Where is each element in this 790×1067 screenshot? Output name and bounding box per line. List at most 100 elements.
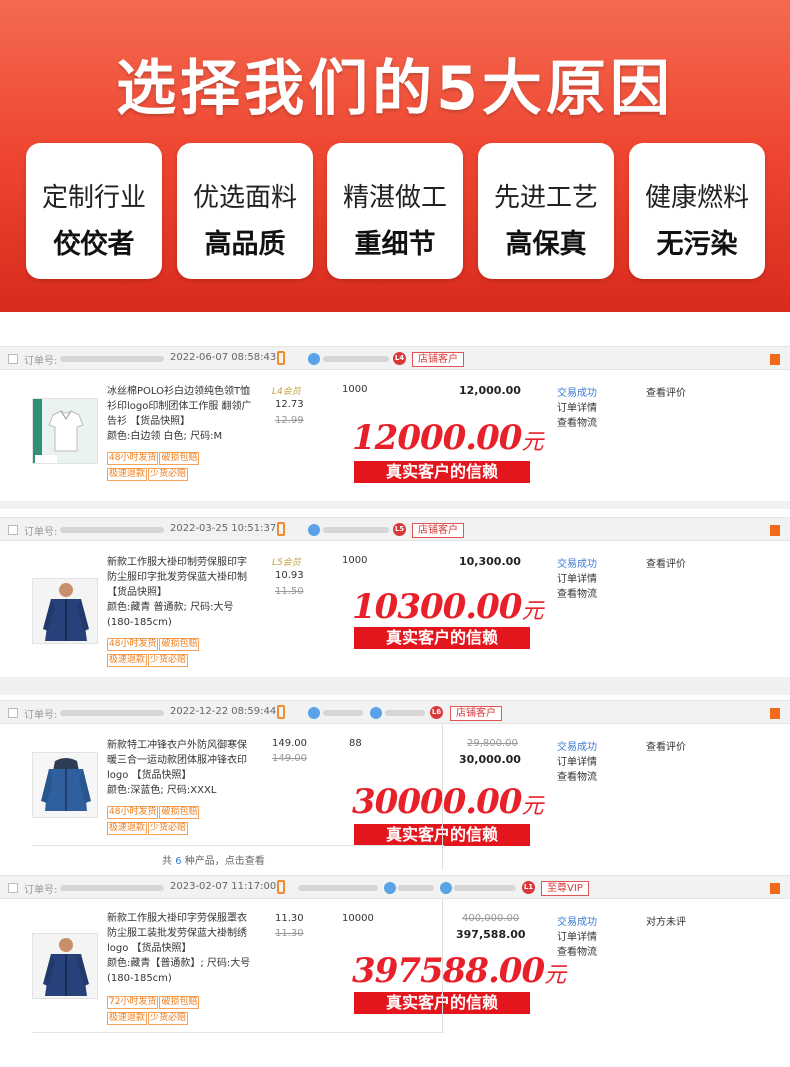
product-thumbnail[interactable] (32, 398, 98, 464)
feature-label: 先进工艺 (493, 183, 598, 213)
product-title[interactable]: 新款工作服大褂印制劳保服印字防尘服印字批发劳保蓝大褂印制 【货品快照】 (107, 555, 253, 600)
page: 选择我们的5大原因 定制行业 佼佼者 优选面料 高品质 精湛做工 重细节 先进工… (0, 0, 790, 1067)
order-detail-link[interactable]: 订单详情 (557, 570, 597, 585)
order-number-blurred (60, 356, 164, 362)
user-avatar-icon (384, 882, 396, 894)
user-avatar-icon (308, 353, 320, 365)
column-divider (442, 724, 443, 870)
order-total: 30,000.00 (459, 753, 521, 766)
banner-title: 选择我们的5大原因 (116, 54, 674, 124)
product-count-link[interactable]: 共 6 种产品，点击查看 (162, 852, 265, 867)
order-number-blurred (60, 527, 164, 533)
order-detail-link[interactable]: 订单详情 (557, 399, 597, 414)
unit-price: 11.30 (275, 913, 304, 924)
service-tag: 少货必赔 (148, 654, 189, 667)
highlight-amount: 12000.00元 (352, 418, 543, 458)
product-title[interactable]: 新款特工冲锋衣户外防风御寒保暖三合一运动款团体服冲锋衣印logo 【货品快照】 (107, 738, 253, 783)
work-coat-image (33, 579, 97, 643)
logistics-link[interactable]: 查看物流 (557, 585, 597, 600)
level-badge-icon: L5 (393, 523, 406, 536)
amount-unit: 元 (544, 963, 566, 988)
divider (32, 845, 444, 846)
trade-status: 交易成功 (557, 917, 597, 928)
service-tags-row: 72小时发货 破损包赔 (107, 989, 200, 1009)
product-spec: 颜色:藏青 普通款; 尺码:大号(180-185cm) (107, 602, 234, 628)
order-header: 订单号: 2022-12-22 08:59:44 L6 店铺客户 (0, 700, 790, 724)
logistics-link[interactable]: 查看物流 (557, 768, 597, 783)
order-detail-link[interactable]: 订单详情 (557, 928, 597, 943)
product-spec: 颜色:深蓝色; 尺码:XXXL (107, 785, 217, 796)
review-link[interactable]: 查看评价 (646, 555, 686, 570)
feature-value: 高保真 (505, 229, 587, 260)
bookmark-icon[interactable] (770, 354, 780, 365)
count-prefix: 共 (162, 856, 172, 867)
order-number-label: 订单号: (24, 885, 58, 896)
product-thumbnail[interactable] (32, 752, 98, 818)
feature-label: 精湛做工 (342, 183, 447, 213)
phone-icon[interactable] (277, 351, 285, 365)
service-tag: 极速退款 (107, 822, 148, 835)
jacket-image (33, 753, 97, 817)
feature-card-1: 定制行业 佼佼者 (26, 143, 162, 279)
user-avatar-icon (440, 882, 452, 894)
trust-banner: 真实客户的信赖 (354, 627, 530, 649)
column-divider (442, 899, 443, 1033)
checkbox-icon[interactable] (8, 883, 18, 893)
order-date: 2022-12-22 08:59:44 (170, 706, 277, 717)
member-level: L4会员 (272, 387, 301, 397)
bookmark-icon[interactable] (770, 708, 780, 719)
product-title[interactable]: 新款工作服大褂印字劳保服罩衣防尘服工装批发劳保蓝大褂制绣logo 【货品快照】 (107, 911, 253, 956)
buyer-name-blurred (398, 885, 434, 891)
customer-tag: 店铺客户 (450, 706, 502, 721)
product-title[interactable]: 冰丝棉POLO衫白边领纯色领T恤衫印logo印制团体工作服 翻领广告衫 【货品快… (107, 384, 253, 429)
product-spec: 颜色:藏青【普通款】; 尺码:大号(180-185cm) (107, 958, 251, 984)
user-avatar-icon (370, 707, 382, 719)
order-separator (0, 501, 790, 509)
work-coat-image (33, 934, 97, 998)
order-total: 397,588.00 (456, 928, 526, 941)
order-separator (0, 677, 790, 695)
service-tags-row: 48小时发货 破损包赔 (107, 799, 200, 819)
phone-icon[interactable] (277, 880, 285, 894)
checkbox-icon[interactable] (8, 708, 18, 718)
unit-price: 149.00 (272, 738, 307, 749)
quantity: 1000 (342, 555, 368, 566)
product-thumbnail[interactable] (32, 578, 98, 644)
feature-card-3: 精湛做工 重细节 (327, 143, 463, 279)
feature-label: 优选面料 (192, 183, 297, 213)
amount-value: 30000.00 (352, 782, 522, 822)
order-header: 订单号: 2022-06-07 08:58:43 L4 店铺客户 (0, 346, 790, 370)
user-avatar-icon (308, 524, 320, 536)
service-tags-row: 48小时发货 破损包赔 (107, 631, 200, 651)
feature-value: 重细节 (354, 229, 436, 260)
service-tag: 少货必赔 (148, 1012, 189, 1025)
unit-price: 10.93 (275, 570, 304, 581)
bookmark-icon[interactable] (770, 525, 780, 536)
checkbox-icon[interactable] (8, 525, 18, 535)
service-tags-row: 极速退款 少货必赔 (107, 647, 189, 667)
service-tag: 极速退款 (107, 1012, 148, 1025)
original-price: 11.50 (275, 586, 304, 597)
phone-icon[interactable] (277, 705, 285, 719)
feature-card-4: 先进工艺 高保真 (478, 143, 614, 279)
amount-value: 10300.00 (352, 587, 522, 627)
order-date: 2023-02-07 11:17:00 (170, 881, 277, 892)
level-badge-icon: L1 (522, 881, 535, 894)
count-suffix: 种产品，点击查看 (184, 856, 265, 867)
service-tag: 极速退款 (107, 654, 148, 667)
product-thumbnail[interactable] (32, 933, 98, 999)
phone-icon[interactable] (277, 522, 285, 536)
review-link[interactable]: 查看评价 (646, 384, 686, 399)
reasons-banner: 选择我们的5大原因 定制行业 佼佼者 优选面料 高品质 精湛做工 重细节 先进工… (0, 0, 790, 312)
amount-unit: 元 (521, 794, 543, 819)
bookmark-icon[interactable] (770, 883, 780, 894)
review-link[interactable]: 查看评价 (646, 738, 686, 753)
feature-value: 无污染 (656, 229, 738, 260)
amount-unit: 元 (521, 599, 543, 624)
customer-tag: 至尊VIP (541, 881, 589, 896)
service-tags-row: 极速退款 少货必赔 (107, 461, 189, 481)
order-detail-link[interactable]: 订单详情 (557, 753, 597, 768)
checkbox-icon[interactable] (8, 354, 18, 364)
logistics-link[interactable]: 查看物流 (557, 414, 597, 429)
buyer-name-blurred (298, 885, 378, 891)
